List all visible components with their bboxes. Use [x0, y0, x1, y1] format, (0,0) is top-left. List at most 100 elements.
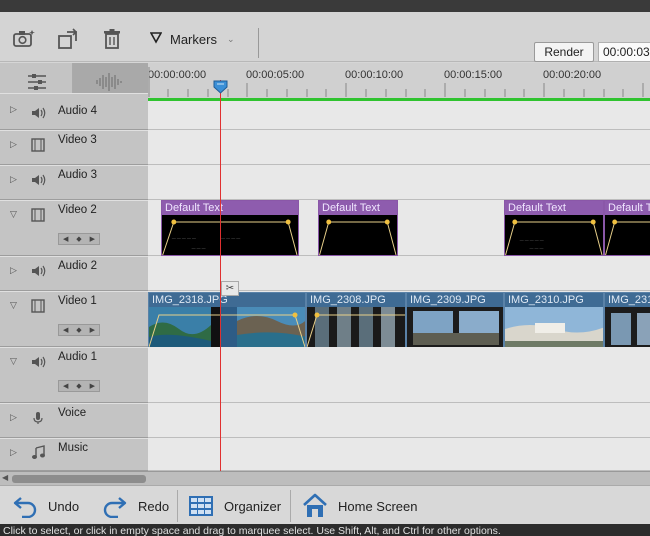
track-header-video-3[interactable]: ▷ Video 3	[0, 130, 148, 165]
clip-thumbnail	[407, 307, 503, 347]
toolbar-divider	[258, 28, 259, 58]
action-bar-divider	[177, 490, 178, 522]
track-header-audio-2[interactable]: ▷ Audio 2	[0, 256, 148, 291]
image-clip[interactable]: IMG_2309.JPG	[406, 292, 504, 348]
track-header-video-1[interactable]: ▽ Video 1 ◀ ◆ ▶	[0, 291, 148, 347]
lane-voice[interactable]	[148, 403, 650, 438]
microphone-icon[interactable]	[30, 410, 46, 426]
trash-icon[interactable]	[100, 27, 124, 51]
undo-icon	[13, 497, 37, 518]
track-name: Video 3	[58, 134, 97, 146]
redo-label: Redo	[138, 498, 170, 514]
expand-arrow-icon[interactable]: ▷	[10, 104, 17, 115]
music-note-icon[interactable]	[30, 445, 46, 461]
undo-button[interactable]: Undo	[12, 492, 79, 520]
waveform-icon	[96, 73, 122, 91]
track-name: Video 1	[58, 295, 97, 307]
home-screen-button[interactable]: Home Screen	[302, 492, 417, 520]
lane-video-1[interactable]: IMG_2318.JPG IMG_2308.JPG IMG_2309.JPG I…	[148, 291, 650, 348]
keyframe-controls[interactable]: ◀ ◆ ▶	[58, 233, 100, 245]
opacity-keyframe-line	[319, 219, 397, 255]
next-keyframe-icon[interactable]: ▶	[90, 235, 95, 243]
clip-thumbnail	[307, 307, 405, 347]
track-header-audio-1[interactable]: ▽ Audio 1 ◀ ◆ ▶	[0, 347, 148, 403]
add-keyframe-icon[interactable]: ◆	[76, 326, 81, 334]
next-keyframe-icon[interactable]: ▶	[90, 382, 95, 390]
prev-keyframe-icon[interactable]: ◀	[63, 235, 68, 243]
home-icon	[303, 493, 327, 517]
redo-button[interactable]: Redo	[102, 492, 169, 520]
scrollbar-thumb[interactable]	[12, 475, 146, 483]
opacity-keyframe-line: — — — — — — — — — — — —	[162, 219, 298, 255]
lane-music[interactable]	[148, 438, 650, 471]
collapse-arrow-icon[interactable]: ▽	[10, 300, 17, 311]
image-clip[interactable]: IMG_2318.JPG	[148, 292, 306, 348]
svg-text:— — — — —: — — — — —	[520, 237, 544, 242]
timecode-field[interactable]: 00:00:03	[598, 42, 650, 62]
organizer-button[interactable]: Organizer	[188, 492, 281, 520]
speaker-icon[interactable]	[30, 105, 46, 121]
clip-title: IMG_2310.JPG	[505, 293, 603, 307]
redo-icon	[103, 497, 127, 518]
lane-audio-3[interactable]	[148, 165, 650, 200]
clip-title: Default Text	[319, 201, 397, 215]
film-icon[interactable]	[30, 207, 46, 223]
track-header-audio-3[interactable]: ▷ Audio 3	[0, 165, 148, 200]
track-header-voice[interactable]: ▷ Voice	[0, 403, 148, 438]
scissors-icon[interactable]: ✂	[221, 281, 239, 296]
action-bar-divider	[290, 490, 291, 522]
undo-label: Undo	[48, 498, 80, 514]
prev-keyframe-icon[interactable]: ◀	[63, 326, 68, 334]
collapse-arrow-icon[interactable]: ▽	[10, 356, 17, 367]
image-clip[interactable]: IMG_2310.JPG	[504, 292, 604, 348]
text-clip[interactable]: Default Text	[318, 200, 398, 256]
markers-dropdown[interactable]: Markers ⌄	[150, 29, 235, 49]
collapse-arrow-icon[interactable]: ▽	[10, 209, 17, 220]
horizontal-scrollbar[interactable]: ◀	[0, 471, 650, 485]
speaker-icon[interactable]	[30, 263, 46, 279]
film-icon[interactable]	[30, 298, 46, 314]
text-clip[interactable]: Default Text — — — — — — — — — — — —	[161, 200, 299, 256]
next-keyframe-icon[interactable]: ▶	[90, 326, 95, 334]
lane-audio-4[interactable]	[148, 101, 650, 130]
track-header-video-2[interactable]: ▽ Video 2 ◀ ◆ ▶	[0, 200, 148, 256]
track-header-music[interactable]: ▷ Music	[0, 438, 148, 471]
keyframe-controls[interactable]: ◀ ◆ ▶	[58, 380, 100, 392]
home-screen-label: Home Screen	[338, 498, 418, 514]
opacity-keyframe-line: — — — — — — — —	[505, 219, 603, 255]
image-clip[interactable]: IMG_231	[604, 292, 650, 348]
export-frame-icon[interactable]	[56, 27, 80, 51]
render-button[interactable]: Render	[534, 42, 594, 62]
prev-keyframe-icon[interactable]: ◀	[63, 382, 68, 390]
scroll-left-icon[interactable]: ◀	[2, 473, 8, 482]
expand-arrow-icon[interactable]: ▷	[10, 412, 17, 423]
lane-video-2[interactable]: Default Text — — — — — — — — — — — — Defau…	[148, 200, 650, 256]
film-icon[interactable]	[30, 137, 46, 153]
clip-title: IMG_2308.JPG	[307, 293, 405, 307]
track-list-icon	[28, 74, 46, 90]
track-name: Music	[58, 442, 89, 454]
expand-arrow-icon[interactable]: ▷	[10, 265, 17, 276]
lane-audio-1[interactable]	[148, 347, 650, 403]
track-header-audio-4[interactable]: ▷ Audio 4	[0, 93, 148, 130]
text-clip[interactable]: Default Text	[604, 200, 650, 256]
svg-text:— — —: — — —	[530, 245, 544, 250]
track-headers: ▷ Audio 4 ▷ Video 3 ▷ Audio 3 ▽ Video 2 …	[0, 93, 148, 471]
timeline-toolbar: Markers ⌄ Render 00:00:03	[0, 12, 650, 62]
keyframe-controls[interactable]: ◀ ◆ ▶	[58, 324, 100, 336]
track-name: Audio 1	[58, 351, 98, 363]
expand-arrow-icon[interactable]: ▷	[10, 139, 17, 150]
expand-arrow-icon[interactable]: ▷	[10, 447, 17, 458]
organizer-label: Organizer	[224, 498, 282, 514]
playhead-handle-icon[interactable]	[213, 80, 228, 94]
lane-video-3[interactable]	[148, 130, 650, 165]
camera-icon[interactable]	[12, 27, 36, 51]
speaker-icon[interactable]	[30, 354, 46, 370]
add-keyframe-icon[interactable]: ◆	[76, 235, 81, 243]
expand-arrow-icon[interactable]: ▷	[10, 174, 17, 185]
playhead-line[interactable]	[220, 80, 221, 471]
text-clip[interactable]: Default Text — — — — — — — —	[504, 200, 604, 256]
add-keyframe-icon[interactable]: ◆	[76, 382, 81, 390]
speaker-icon[interactable]	[30, 172, 46, 188]
image-clip[interactable]: IMG_2308.JPG	[306, 292, 406, 348]
